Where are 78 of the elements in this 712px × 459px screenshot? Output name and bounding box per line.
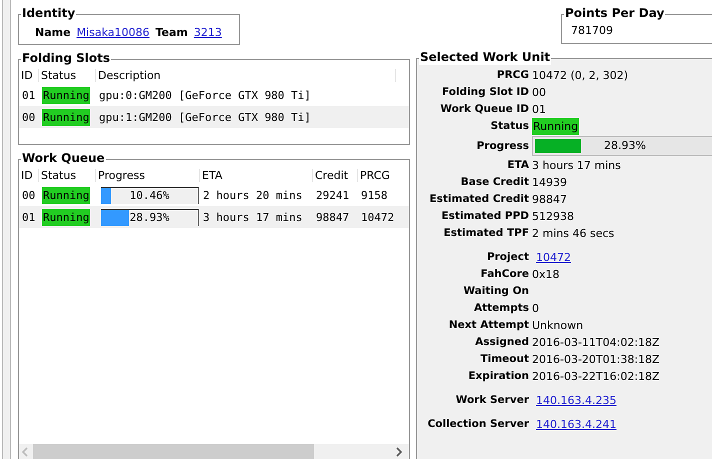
group-title: Folding Slots bbox=[21, 50, 111, 66]
field-value: 0 bbox=[532, 301, 539, 317]
field-value: 512938 bbox=[532, 209, 574, 225]
field-label: FahCore bbox=[480, 267, 529, 282]
field-value: 98847 bbox=[532, 192, 567, 208]
name-label: Name bbox=[35, 26, 71, 39]
group-title: Identity bbox=[21, 5, 76, 21]
table-cell-text: 01 bbox=[21, 210, 36, 224]
table-cell-text: 00 bbox=[21, 110, 36, 124]
team-link[interactable]: 3213 bbox=[194, 26, 222, 39]
team-label: Team bbox=[156, 26, 188, 39]
field-value: 0x18 bbox=[532, 267, 560, 283]
field-link[interactable]: 140.163.4.235 bbox=[536, 392, 616, 409]
field-value: 01 bbox=[532, 102, 546, 118]
field-label: Estimated Credit bbox=[429, 192, 529, 207]
table-cell-text: gpu:1:GM200 [GeForce GTX 980 Ti] bbox=[98, 110, 312, 124]
name-link[interactable]: Misaka10086 bbox=[76, 26, 150, 39]
column-header[interactable]: Progress bbox=[96, 168, 200, 182]
column-header[interactable]: Status bbox=[39, 168, 96, 182]
field-label: Status bbox=[490, 119, 529, 134]
status-badge: Running bbox=[42, 186, 90, 204]
field-label: Expiration bbox=[468, 369, 529, 384]
table-cell-text: 01 bbox=[21, 88, 36, 102]
splitter-bar[interactable] bbox=[2, 0, 11, 459]
field-value: 2016-03-11T04:02:18Z bbox=[532, 335, 660, 351]
progress-bar: 28.93% bbox=[101, 208, 199, 226]
field-value: 2 mins 46 secs bbox=[532, 226, 614, 242]
field-label: Estimated TPF bbox=[444, 226, 529, 241]
table-cell-text: gpu:0:GM200 [GeForce GTX 980 Ti] bbox=[98, 88, 312, 102]
status-badge: Running bbox=[42, 86, 90, 104]
table-cell-text: 10472 bbox=[360, 210, 396, 224]
field-label: Collection Server bbox=[428, 417, 529, 432]
field-value: 00 bbox=[532, 85, 546, 101]
field-label: Timeout bbox=[480, 352, 529, 367]
field-link[interactable]: 140.163.4.241 bbox=[536, 416, 616, 433]
field-label: ETA bbox=[507, 158, 529, 173]
progress-bar: 10.46% bbox=[101, 186, 199, 204]
column-header[interactable]: Status bbox=[39, 68, 96, 82]
field-label: Assigned bbox=[475, 335, 529, 350]
field-label: Folding Slot ID bbox=[442, 85, 529, 100]
field-label: Work Server bbox=[456, 393, 529, 408]
field-value: 2016-03-20T01:38:18Z bbox=[532, 352, 660, 368]
horizontal-scrollbar[interactable] bbox=[19, 444, 409, 459]
table-cell-text: 98847 bbox=[315, 210, 350, 224]
field-label: PRCG bbox=[496, 68, 529, 83]
status-badge: Running bbox=[42, 108, 90, 126]
field-label: Project bbox=[486, 250, 529, 265]
field-value: Unknown bbox=[532, 318, 584, 334]
status-badge: Running bbox=[42, 208, 90, 226]
progress-bar: 28.93% bbox=[532, 136, 712, 156]
group-title: Selected Work Unit bbox=[419, 49, 552, 65]
table-cell-text: 00 bbox=[21, 188, 36, 202]
field-label: Progress bbox=[476, 139, 529, 154]
status-badge: Running bbox=[532, 118, 580, 135]
table-cell-text: 9158 bbox=[360, 188, 388, 202]
field-value: 14939 bbox=[532, 175, 567, 191]
field-label: Waiting On bbox=[463, 284, 529, 299]
field-value: 10472 (0, 2, 302) bbox=[532, 68, 628, 84]
field-label: Work Queue ID bbox=[440, 102, 529, 117]
points-value: 781709 bbox=[570, 23, 614, 39]
table-cell-text: 2 hours 20 mins bbox=[202, 188, 304, 202]
table-cell-text: 29241 bbox=[315, 188, 350, 202]
field-label: Attempts bbox=[474, 301, 529, 316]
field-value: 2016-03-22T16:02:18Z bbox=[532, 369, 660, 385]
column-header[interactable]: ID bbox=[19, 168, 39, 182]
table-cell-text: 3 hours 17 mins bbox=[202, 210, 304, 224]
column-header[interactable]: ID bbox=[19, 68, 39, 82]
field-label: Estimated PPD bbox=[442, 209, 529, 224]
scrollbar-thumb[interactable] bbox=[33, 444, 314, 459]
field-link[interactable]: 10472 bbox=[536, 249, 571, 266]
field-value: 3 hours 17 mins bbox=[532, 158, 621, 174]
column-header[interactable]: Description bbox=[96, 68, 396, 82]
column-header[interactable]: Credit bbox=[313, 168, 358, 182]
group-title: Work Queue bbox=[21, 150, 106, 166]
field-label: Base Credit bbox=[460, 175, 529, 190]
column-header[interactable]: ETA bbox=[200, 168, 313, 182]
group-title: Points Per Day bbox=[564, 5, 666, 21]
field-label: Next Attempt bbox=[448, 318, 529, 333]
